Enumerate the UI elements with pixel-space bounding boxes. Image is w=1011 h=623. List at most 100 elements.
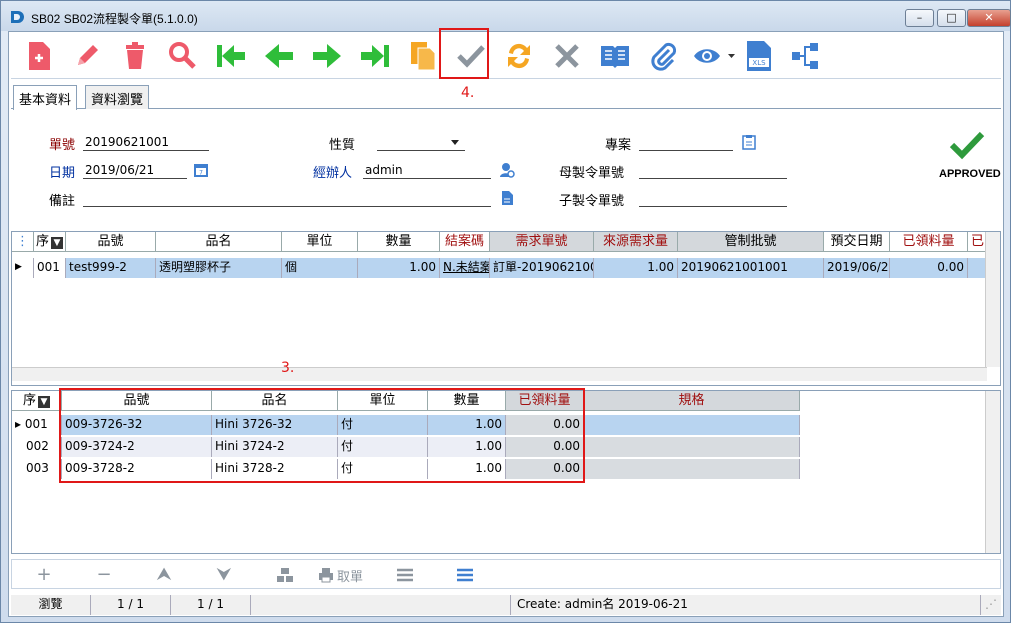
user-pick-icon[interactable] [499,162,515,178]
take-order-label: 取單 [337,569,364,585]
cancel-x-icon[interactable] [549,37,585,75]
sort-down-icon[interactable]: ▼ [51,237,63,249]
minimize-button[interactable]: – [905,9,934,27]
cell2-seq[interactable]: 002 [12,437,62,457]
search-magnifier-icon[interactable] [165,37,201,75]
book-icon[interactable] [597,37,633,75]
svg-text:XLS: XLS [752,59,766,67]
col-source-qty[interactable]: 來源需求量 [594,232,678,252]
tab-data-browse[interactable]: 資料瀏覽 [85,85,150,109]
bottom-grid-vscroll[interactable] [985,391,1000,553]
first-record-icon[interactable] [213,37,249,75]
table-row[interactable]: ▶ 001 test999-2 透明塑膠杯子 個 1.00 N.未結案 訂單-2… [12,258,987,278]
add-row-icon[interactable]: + [34,565,54,585]
toolbar: XLS [11,33,1001,79]
cell2-seq[interactable]: 003 [12,459,62,479]
handler-field[interactable]: admin [363,162,491,179]
project-field[interactable] [639,134,733,151]
status-mode: 瀏覽 [11,595,91,615]
cell-lot-no[interactable]: 20190621001001 [678,258,824,278]
calendar-icon[interactable]: 7 [193,162,209,178]
child-order-field[interactable] [639,190,787,207]
col-lot-no[interactable]: 管制批號 [678,232,824,252]
current-row-icon: ▶ [12,258,34,278]
cell-seq[interactable]: 001 [34,258,66,278]
nature-label: 性質 [329,138,356,153]
cell-item-no[interactable]: test999-2 [66,258,156,278]
child-order-label: 子製令單號 [559,194,625,209]
next-record-icon[interactable] [309,37,345,75]
sort-down-icon-2[interactable]: ▼ [38,396,50,408]
approved-stamp: APPROVED [939,168,1001,180]
close-button[interactable]: ✕ [967,9,1011,27]
order-no-field[interactable]: 20190621001 [83,134,209,151]
last-record-icon[interactable] [357,37,393,75]
col-seq-2[interactable]: 序 ▼ [12,391,62,411]
flow-tree-icon[interactable] [787,37,823,75]
view-eye-dropdown-icon[interactable] [691,37,737,75]
row-selector-header[interactable]: ⋮ [12,232,34,252]
top-grid-vscroll[interactable] [985,232,1000,367]
clipboard-icon[interactable] [741,134,757,150]
maximize-button[interactable]: □ [937,9,966,27]
date-label: 日期 [49,166,76,181]
cell-due-date[interactable]: 2019/06/21 [824,258,890,278]
status-created: Create: admin名 2019-06-21 [511,595,981,615]
list-gray-icon[interactable] [396,568,414,582]
remark-field[interactable] [83,190,491,207]
cell2-spec[interactable] [584,437,800,457]
resize-grip-icon[interactable]: ⋰ [985,597,997,611]
col-unit[interactable]: 單位 [282,232,358,252]
top-grid-hscroll[interactable] [12,367,987,381]
move-down-icon[interactable]: ⮟ [214,565,234,585]
cell-source-qty[interactable]: 1.00 [594,258,678,278]
cell-issued-qty[interactable]: 0.00 [890,258,968,278]
cell2-spec[interactable] [584,415,800,435]
detail-grid-main: ⋮ 序 ▼ 品號 品名 單位 數量 結案碼 需求單號 來源需求量 管制批號 預交日… [11,231,1001,386]
edit-pencil-icon[interactable] [69,37,105,75]
col2-spec[interactable]: 規格 [584,391,800,411]
cell-close-code[interactable]: N.未結案 [440,258,490,278]
copy-doc-icon[interactable] [405,37,441,75]
cell2-seq[interactable]: ▸ 001 [12,415,62,435]
svg-text:7: 7 [199,170,203,177]
parent-order-field[interactable] [639,162,787,179]
delete-trash-icon[interactable] [117,37,153,75]
status-page-1: 1 / 1 [91,595,171,615]
col-due-date[interactable]: 預交日期 [824,232,890,252]
remark-doc-icon[interactable] [499,190,515,206]
col-item-name[interactable]: 品名 [156,232,282,252]
sync-arrows-icon[interactable] [501,37,537,75]
col-qty[interactable]: 數量 [358,232,440,252]
callout-box-approve [439,28,489,79]
cell2-spec[interactable] [584,459,800,479]
app-window: SB02 SB02流程製令單(5.1.0.0) – □ ✕ XLS 4. 基本資… [0,0,1011,623]
tab-strip: 基本資料 資料瀏覽 [11,83,1001,110]
order-no-label: 單號 [49,138,76,153]
take-order-button[interactable]: 取單 [318,565,363,585]
date-field[interactable]: 2019/06/21 [83,162,187,179]
nature-dropdown-icon[interactable] [451,140,459,145]
cell-demand-no[interactable]: 訂單-20190621001 [490,258,594,278]
col-demand-no[interactable]: 需求單號 [490,232,594,252]
excel-export-icon[interactable]: XLS [741,37,777,75]
new-doc-icon[interactable] [21,37,57,75]
cell-item-name[interactable]: 透明塑膠杯子 [156,258,282,278]
window-title: SB02 SB02流程製令單(5.1.0.0) [31,12,198,26]
approved-check-icon [949,131,985,160]
stack-icon[interactable] [276,567,294,583]
tab-basic-info[interactable]: 基本資料 [13,85,78,110]
cell-unit[interactable]: 個 [282,258,358,278]
detail-action-bar: + − ⮝ ⮟ 取單 [11,559,1001,589]
list-blue-icon[interactable] [456,568,474,582]
move-up-icon[interactable]: ⮝ [154,565,174,585]
cell-qty[interactable]: 1.00 [358,258,440,278]
col-close-code[interactable]: 結案碼 [440,232,490,252]
col-seq[interactable]: 序 ▼ [34,232,66,252]
col-item-no[interactable]: 品號 [66,232,156,252]
remove-row-icon[interactable]: − [94,565,114,585]
col-issued-qty[interactable]: 已領料量 [890,232,968,252]
column-menu-icon[interactable]: ⋮ [16,234,29,249]
prev-record-icon[interactable] [261,37,297,75]
attach-paperclip-icon[interactable] [645,37,681,75]
